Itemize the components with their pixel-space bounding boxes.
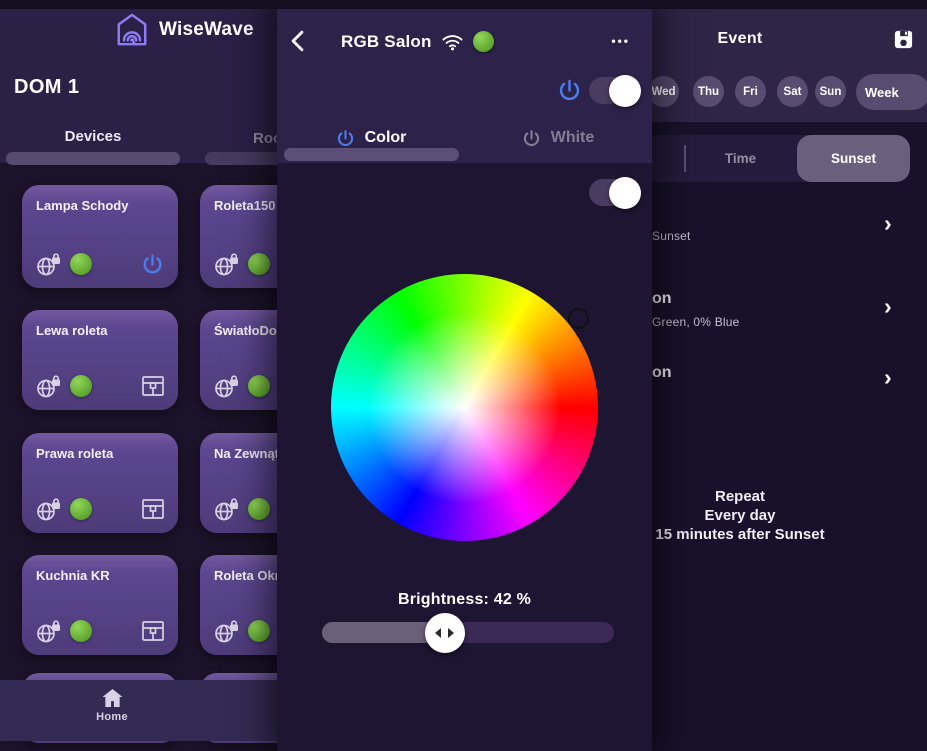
device-title: RGB Salon xyxy=(341,32,432,52)
device-card-lewa-roleta[interactable]: Lewa roleta xyxy=(22,310,178,410)
tab-indicator-rooms xyxy=(205,152,277,165)
brand-name: WiseWave xyxy=(159,19,254,41)
week-chip[interactable]: Week xyxy=(856,74,927,110)
device-name: Lewa roleta xyxy=(36,323,108,338)
power-icon[interactable] xyxy=(140,252,165,277)
tab-devices[interactable]: Devices xyxy=(20,128,166,145)
device-card-na-zewnatrz[interactable]: Na Zewnątrz xyxy=(200,433,277,533)
day-chip-thu[interactable]: Thu xyxy=(693,76,724,107)
color-wheel[interactable] xyxy=(331,274,598,541)
tab-white-label: White xyxy=(551,129,595,147)
home-icon xyxy=(101,688,124,708)
status-dot-icon xyxy=(248,375,270,397)
tab-white[interactable]: White xyxy=(464,121,651,155)
status-dot-icon xyxy=(248,253,270,275)
sunset-row-label: Sunset xyxy=(652,229,691,243)
device-card-swiatlodom[interactable]: ŚwiatłoDom xyxy=(200,310,277,410)
device-card-lampa-schody[interactable]: Lampa Schody xyxy=(22,185,178,288)
network-lock-icon xyxy=(36,252,62,277)
wifi-icon xyxy=(441,33,464,51)
device-name: Roleta150 xyxy=(214,198,275,213)
device-name: Na Zewnątrz xyxy=(214,446,277,461)
day-chip-sat[interactable]: Sat xyxy=(777,76,808,107)
slider-arrow-left-icon xyxy=(435,628,441,638)
brand: WiseWave xyxy=(115,12,254,48)
more-menu-button[interactable]: ••• xyxy=(611,34,630,48)
status-dot-icon xyxy=(70,498,92,520)
brightness-label: Brightness: 42 % xyxy=(277,591,652,609)
bottom-nav: Home xyxy=(0,680,277,741)
chevron-right-icon[interactable]: › xyxy=(884,297,892,315)
status-dot-icon xyxy=(70,620,92,642)
power-icon xyxy=(335,128,356,149)
network-lock-icon xyxy=(214,497,240,522)
online-status-dot-icon xyxy=(473,31,494,52)
status-dot-icon xyxy=(70,253,92,275)
power-icon xyxy=(521,128,542,149)
top-edge-strip xyxy=(0,0,927,9)
power-icon xyxy=(556,77,583,104)
chevron-right-icon[interactable]: › xyxy=(884,214,892,232)
brightness-thumb[interactable] xyxy=(425,613,465,653)
tab-sunset[interactable]: Sunset xyxy=(797,135,910,182)
day-chip-fri[interactable]: Fri xyxy=(735,76,766,107)
device-name: ŚwiatłoDom xyxy=(214,323,277,338)
home-panel: WiseWave DOM 1 Devices Rooms Lampa Schod… xyxy=(0,0,277,751)
shutter-window-icon[interactable] xyxy=(141,620,165,642)
shutter-window-icon[interactable] xyxy=(141,375,165,397)
status-dot-icon xyxy=(248,498,270,520)
nav-home-button[interactable]: Home xyxy=(76,688,148,723)
network-lock-icon xyxy=(36,619,62,644)
tab-indicator-devices xyxy=(6,152,180,165)
nav-home-label: Home xyxy=(96,711,128,723)
device-detail-panel: RGB Salon ••• Color White xyxy=(277,0,652,751)
shutter-window-icon[interactable] xyxy=(141,498,165,520)
event-row-subtitle: Green, 0% Blue xyxy=(652,315,740,329)
app-screen: WiseWave DOM 1 Devices Rooms Lampa Schod… xyxy=(0,0,927,751)
tab-color-label: Color xyxy=(365,129,407,147)
device-name: Kuchnia KR xyxy=(36,568,110,583)
day-chip-wed[interactable]: Wed xyxy=(648,76,679,107)
chevron-right-icon[interactable]: › xyxy=(884,368,892,386)
network-lock-icon xyxy=(214,374,240,399)
wisewave-logo-icon xyxy=(115,12,149,48)
color-channel-toggle[interactable] xyxy=(589,179,639,206)
device-power-toggle[interactable] xyxy=(589,77,639,104)
tab-rooms[interactable]: Rooms xyxy=(253,130,277,147)
event-row-title: on xyxy=(652,364,672,382)
day-chip-sun[interactable]: Sun xyxy=(815,76,846,107)
device-card-roleta150[interactable]: Roleta150 xyxy=(200,185,277,288)
back-button[interactable] xyxy=(290,30,306,52)
tab-indicator xyxy=(284,148,459,161)
event-row-title: on xyxy=(652,290,672,308)
network-lock-icon xyxy=(214,252,240,277)
device-name: Prawa roleta xyxy=(36,446,113,461)
network-lock-icon xyxy=(214,619,240,644)
device-card-prawa-roleta[interactable]: Prawa roleta xyxy=(22,433,178,533)
device-card-kuchnia-kr[interactable]: Kuchnia KR xyxy=(22,555,178,655)
color-picker-handle[interactable] xyxy=(568,308,589,329)
device-name: Roleta Okno xyxy=(214,568,277,583)
home-title: DOM 1 xyxy=(14,76,79,99)
device-name: Lampa Schody xyxy=(36,198,128,213)
tab-time[interactable]: Time xyxy=(684,135,797,182)
brightness-slider[interactable] xyxy=(322,622,614,643)
save-button[interactable] xyxy=(893,28,914,56)
status-dot-icon xyxy=(248,620,270,642)
slider-arrow-right-icon xyxy=(448,628,454,638)
network-lock-icon xyxy=(36,497,62,522)
device-card-roleta-okno[interactable]: Roleta Okno xyxy=(200,555,277,655)
status-dot-icon xyxy=(70,375,92,397)
network-lock-icon xyxy=(36,374,62,399)
